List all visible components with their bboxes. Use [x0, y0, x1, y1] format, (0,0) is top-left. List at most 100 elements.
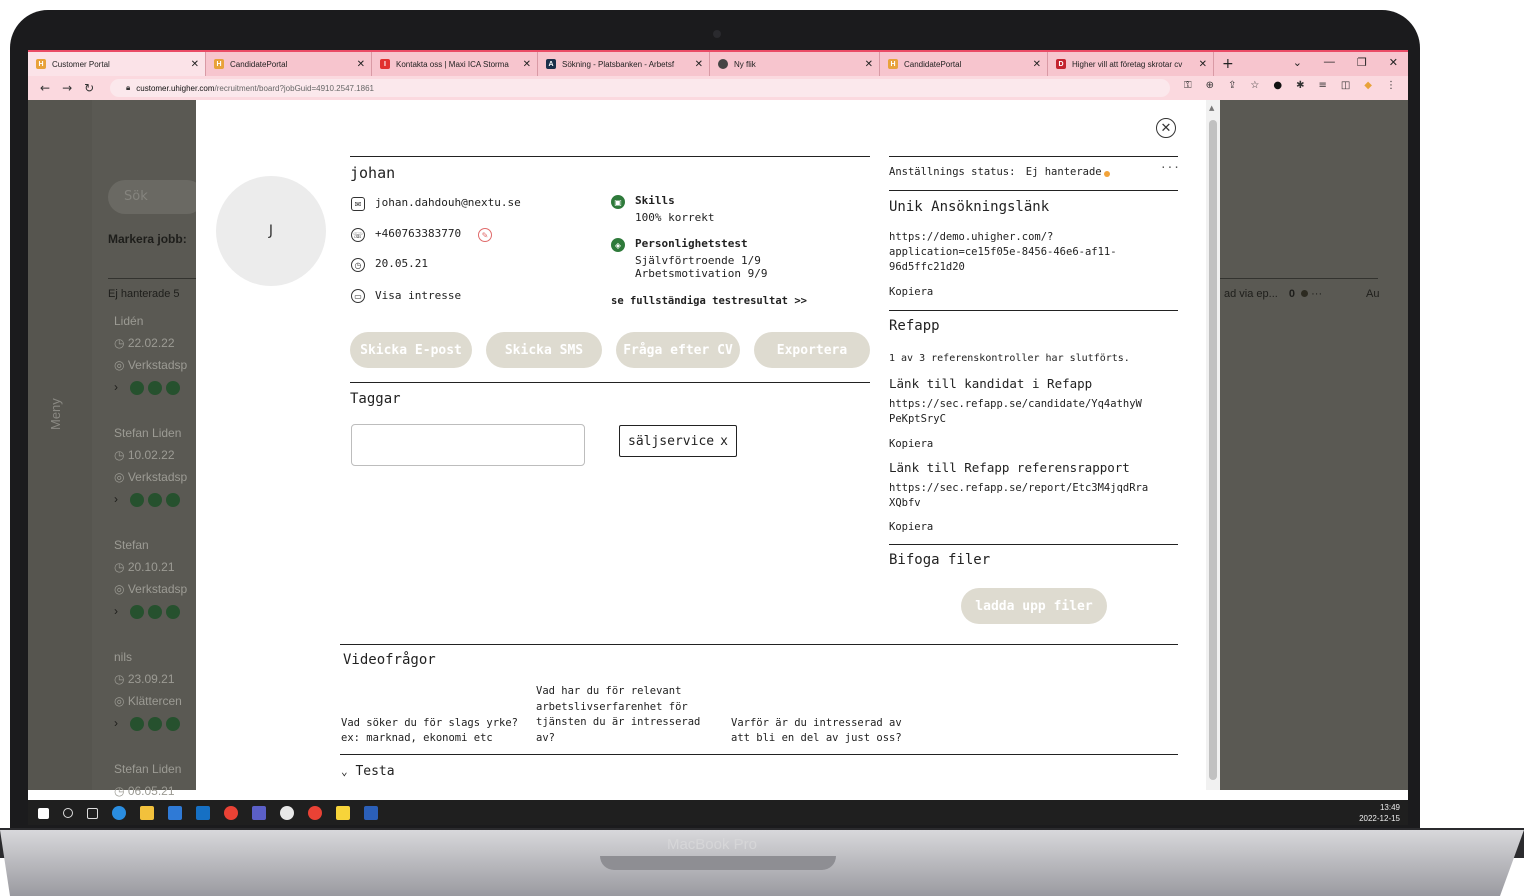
edge-icon[interactable] [112, 806, 126, 820]
close-tab-icon[interactable]: ✕ [357, 59, 365, 70]
store-icon[interactable] [168, 806, 182, 820]
tab-search-icon[interactable]: ⌄ [1293, 56, 1302, 69]
menu-rail[interactable]: Meny [28, 100, 92, 790]
stage: MacBook Pro H Customer Portal ✕ H Candid… [0, 0, 1524, 896]
forward-icon[interactable]: → [62, 81, 72, 95]
close-tab-icon[interactable]: ✕ [523, 59, 531, 70]
upload-files-button[interactable]: ladda upp filer [961, 588, 1107, 624]
ask-cv-button[interactable]: Fråga efter CV [616, 332, 740, 368]
menu-icon[interactable]: ⋮ [1386, 80, 1396, 91]
tag-chip: säljservice x [619, 425, 737, 457]
tab-new[interactable]: Ny flik ✕ [710, 52, 880, 76]
key-icon[interactable]: ⚿ [1184, 80, 1192, 91]
close-tab-icon[interactable]: ✕ [695, 59, 703, 70]
tab-ica[interactable]: I Kontakta oss | Maxi ICA Storma ✕ [372, 52, 538, 76]
minimize-icon[interactable]: — [1324, 56, 1335, 69]
copy-refapp-report-link-button[interactable]: Kopiera [889, 521, 933, 533]
divider [889, 310, 1178, 311]
file-explorer-icon[interactable] [140, 806, 154, 820]
puzzle-icon[interactable]: ✱ [1296, 80, 1304, 91]
tab-platsbanken[interactable]: A Sökning - Platsbanken - Arbetsf ✕ [538, 52, 710, 76]
taskbar-clock[interactable]: 13:49 2022-12-15 [1359, 802, 1400, 824]
reading-list-icon[interactable]: ≡ [1318, 80, 1326, 91]
more-options-icon[interactable]: ··· [1160, 161, 1180, 174]
test-status-icons [130, 381, 180, 395]
refapp-report-link-url[interactable]: https://sec.refapp.se/report/Etc3M4jqdRr… [889, 481, 1148, 511]
personality-title: Personlighetstest [635, 237, 748, 250]
remove-tag-icon[interactable]: x [720, 434, 728, 449]
new-tab-icon[interactable]: + [1222, 56, 1234, 72]
copy-refapp-candidate-link-button[interactable]: Kopiera [889, 438, 933, 450]
show-interest-link[interactable]: Visa intresse [375, 289, 461, 302]
window-controls: ⌄ — ❐ ✕ [1293, 56, 1398, 69]
tab-candidate-portal[interactable]: H CandidatePortal ✕ [206, 52, 372, 76]
chrome-profile-icon[interactable] [308, 806, 322, 820]
reload-icon[interactable]: ↻ [84, 81, 94, 95]
tag-input[interactable] [351, 424, 585, 466]
send-sms-button[interactable]: Skicka SMS [486, 332, 602, 368]
outlook-icon[interactable] [196, 806, 210, 820]
edit-phone-icon[interactable]: ✎ [478, 228, 492, 242]
close-tab-icon[interactable]: ✕ [1033, 59, 1041, 70]
right-column-header: ad via ep... 0 ··· [1224, 288, 1323, 300]
scroll-up-icon[interactable]: ▲ [1209, 104, 1214, 112]
phone-icon: ☏ [351, 228, 365, 242]
refapp-candidate-link-url[interactable]: https://sec.refapp.se/candidate/Yq4athyW… [889, 397, 1142, 427]
avatar: J [216, 176, 326, 286]
close-icon: ✕ [1160, 120, 1172, 136]
profile-icon[interactable]: ◆ [1364, 80, 1372, 91]
back-icon[interactable]: ← [40, 81, 50, 95]
status-value[interactable]: Ej hanterade [1026, 166, 1102, 178]
close-window-icon[interactable]: ✕ [1389, 56, 1398, 69]
task-view-icon[interactable] [87, 807, 98, 819]
video-question-2[interactable]: Vad har du för relevant arbetslivserfare… [536, 684, 700, 746]
scrollbar-thumb[interactable] [1209, 120, 1217, 780]
word-icon[interactable] [364, 806, 378, 820]
restore-icon[interactable]: ❐ [1357, 56, 1367, 69]
expand-chevron-icon[interactable]: › [114, 380, 118, 394]
copy-application-link-button[interactable]: Kopiera [889, 286, 933, 298]
expand-chevron-icon[interactable]: › [114, 492, 118, 506]
windows-start-icon[interactable] [38, 807, 49, 819]
candidate-phone[interactable]: +460763383770 [375, 227, 461, 240]
tab-di[interactable]: D Higher vill att företag skrotar cv ✕ [1048, 52, 1214, 76]
divider [889, 544, 1178, 545]
video-question-3[interactable]: Varför är du intresserad av att bli en d… [731, 716, 902, 746]
chevron-down-icon: ⌄ [341, 765, 348, 778]
menu-label[interactable]: Meny [48, 398, 63, 430]
lock-icon: 🔒︎ [126, 83, 131, 92]
expand-chevron-icon[interactable]: › [114, 716, 118, 730]
teams-icon[interactable] [252, 806, 266, 820]
skills-value: 100% korrekt [635, 211, 715, 224]
search-input[interactable]: Sök [108, 180, 204, 214]
search-icon[interactable] [63, 808, 73, 818]
tab-candidate-portal-2[interactable]: H CandidatePortal ✕ [880, 52, 1048, 76]
zoom-icon[interactable]: ⊕ [1206, 80, 1214, 91]
close-tab-icon[interactable]: ✕ [1199, 59, 1207, 70]
share-icon[interactable]: ⇪ [1228, 80, 1236, 91]
expand-chevron-icon[interactable]: › [114, 604, 118, 618]
testa-collapsible[interactable]: ⌄ Testa [341, 764, 395, 779]
full-test-results-link[interactable]: se fullständiga testresultat >> [611, 295, 807, 307]
chrome-icon[interactable] [224, 806, 238, 820]
next-column-header: Au [1366, 288, 1380, 300]
star-icon[interactable]: ☆ [1250, 80, 1259, 91]
test-status-icons [130, 605, 180, 619]
extension-badge-icon[interactable]: ● [1273, 80, 1282, 91]
application-link-url[interactable]: https://demo.uhigher.com/? application=c… [889, 230, 1117, 275]
close-modal-button[interactable]: ✕ [1156, 118, 1176, 138]
close-tab-icon[interactable]: ✕ [191, 59, 199, 70]
tab-customer-portal[interactable]: H Customer Portal ✕ [28, 52, 206, 76]
close-tab-icon[interactable]: ✕ [865, 59, 873, 70]
url-field[interactable]: 🔒︎ customer.uhigher.com/recruitment/boar… [110, 79, 1170, 97]
export-button[interactable]: Exportera [754, 332, 870, 368]
send-email-button[interactable]: Skicka E-post [350, 332, 472, 368]
slack-icon[interactable] [280, 806, 294, 820]
video-question-1[interactable]: Vad söker du för slags yrke? ex: marknad… [341, 716, 518, 746]
column-more-icon[interactable]: ··· [1311, 288, 1322, 300]
sidepanel-icon[interactable]: ◫ [1341, 80, 1350, 91]
mark-jobs-label: Markera jobb: [108, 232, 187, 246]
candidate-email[interactable]: johan.dahdouh@nextu.se [375, 196, 521, 209]
sticky-notes-icon[interactable] [336, 806, 350, 820]
modal-scrollbar[interactable]: ▲ [1206, 100, 1220, 790]
